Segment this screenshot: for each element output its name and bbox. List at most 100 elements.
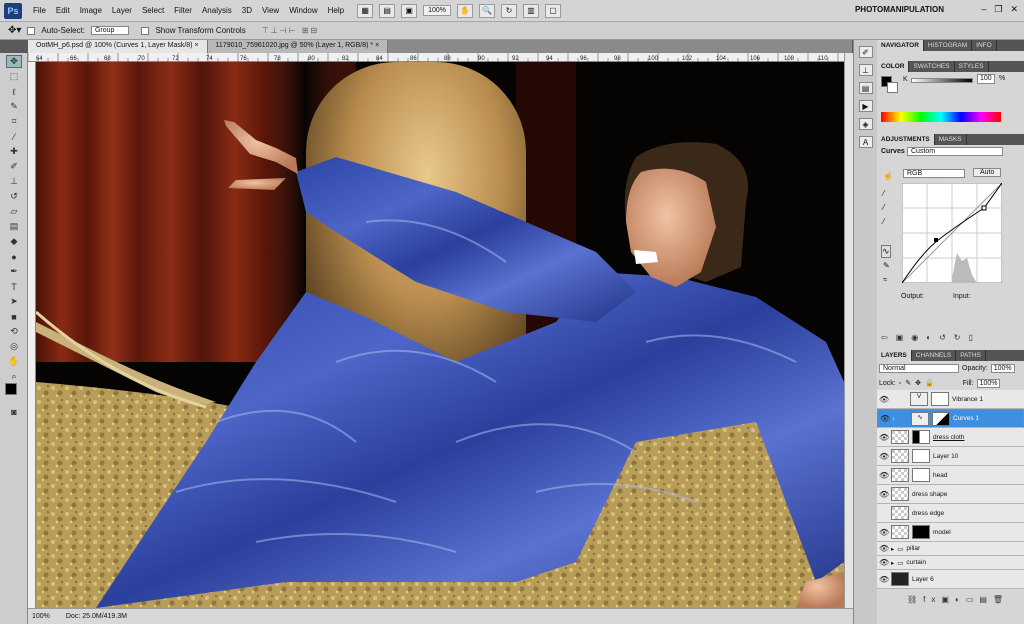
- layer-row[interactable]: 👁 dress shape: [877, 485, 1024, 504]
- history-brush-tool-icon[interactable]: ↺: [6, 190, 22, 203]
- dodge-tool-icon[interactable]: ●: [6, 250, 22, 263]
- minimize-icon[interactable]: –: [981, 4, 986, 15]
- document-canvas[interactable]: [36, 62, 844, 608]
- zoom-tool-icon[interactable]: ⌕: [6, 370, 22, 383]
- shape-tool-icon[interactable]: ■: [6, 310, 22, 323]
- layer-row[interactable]: 👁 head: [877, 466, 1024, 485]
- curves-footer-icons[interactable]: ⇦▣◉◐↺↻▯: [881, 333, 981, 342]
- curve-point-mode-icon[interactable]: ∿: [881, 245, 891, 258]
- tab-layers[interactable]: LAYERS: [877, 350, 912, 361]
- eye-icon[interactable]: 👁: [879, 452, 889, 461]
- eyedropper-black-icon[interactable]: ⁄: [883, 189, 884, 198]
- menu-layer[interactable]: Layer: [107, 6, 137, 15]
- layer-row[interactable]: 👁 Layer 6: [877, 570, 1024, 589]
- type-tool-icon[interactable]: T: [6, 280, 22, 293]
- show-transform-checkbox[interactable]: [141, 26, 150, 35]
- zoom-level-select[interactable]: 100%: [423, 5, 451, 16]
- pen-tool-icon[interactable]: ✒: [6, 265, 22, 278]
- layer-row[interactable]: dress edge: [877, 504, 1024, 523]
- layer-row[interactable]: 👁 dress cloth: [877, 428, 1024, 447]
- menu-analysis[interactable]: Analysis: [197, 6, 237, 15]
- healing-tool-icon[interactable]: ✚: [6, 145, 22, 158]
- eye-icon[interactable]: 👁: [879, 471, 889, 480]
- 3d-rotate-tool-icon[interactable]: ⟲: [6, 325, 22, 338]
- close-icon[interactable]: ✕: [1010, 4, 1018, 15]
- eye-icon[interactable]: 👁: [879, 558, 889, 567]
- menu-help[interactable]: Help: [323, 6, 349, 15]
- crop-tool-icon[interactable]: ⌗: [6, 115, 22, 128]
- eraser-tool-icon[interactable]: ▱: [6, 205, 22, 218]
- fill-input[interactable]: 100%: [976, 378, 1001, 388]
- tab-paths[interactable]: PATHS: [956, 350, 986, 361]
- hand-tool-icon[interactable]: ✋: [6, 355, 22, 368]
- menu-window[interactable]: Window: [284, 6, 322, 15]
- eye-icon[interactable]: 👁: [879, 544, 889, 553]
- curve-smooth-icon[interactable]: ≈: [883, 275, 887, 284]
- actions-icon[interactable]: ▶: [858, 100, 873, 112]
- eye-icon[interactable]: 👁: [879, 528, 889, 537]
- layer-mask-thumbnail[interactable]: [932, 411, 950, 426]
- history-icon[interactable]: ▤: [858, 82, 873, 94]
- mini-bridge-icon[interactable]: ▤: [379, 3, 396, 18]
- 3d-orbit-tool-icon[interactable]: ◎: [6, 340, 22, 353]
- align-icons[interactable]: ⊤⊥⊣⊢ ⊞⊟: [262, 26, 320, 35]
- character-icon[interactable]: A: [858, 136, 873, 148]
- tab-histogram[interactable]: HISTOGRAM: [924, 40, 973, 51]
- move-tool-preset-icon[interactable]: ✥▾: [8, 25, 21, 36]
- move-tool-icon[interactable]: ✥: [6, 55, 22, 68]
- brush-tool-icon[interactable]: ✐: [6, 160, 22, 173]
- curves-graph[interactable]: [902, 183, 1002, 283]
- lasso-tool-icon[interactable]: ℓ: [6, 85, 22, 98]
- tab-channels[interactable]: CHANNELS: [912, 350, 957, 361]
- k-slider[interactable]: [911, 78, 973, 83]
- restore-icon[interactable]: ❐: [994, 4, 1002, 15]
- clone-source-icon[interactable]: ⊥: [858, 64, 873, 76]
- path-select-tool-icon[interactable]: ➤: [6, 295, 22, 308]
- layer-row[interactable]: 👁 model: [877, 523, 1024, 542]
- menu-filter[interactable]: Filter: [169, 6, 197, 15]
- auto-select-checkbox[interactable]: [27, 26, 36, 35]
- layer-mask-thumbnail[interactable]: [931, 392, 949, 406]
- brush-presets-icon[interactable]: ✐: [858, 46, 873, 58]
- launch-bridge-icon[interactable]: ▦: [357, 3, 374, 18]
- hand-tool-icon[interactable]: ✋: [457, 3, 473, 18]
- eye-icon[interactable]: 👁: [879, 433, 889, 442]
- layer-mask-thumbnail[interactable]: [912, 430, 930, 444]
- marquee-tool-icon[interactable]: ⬚: [6, 70, 22, 83]
- layer-row[interactable]: 👁 Layer 10: [877, 447, 1024, 466]
- menu-image[interactable]: Image: [75, 6, 107, 15]
- curves-auto-button[interactable]: Auto: [973, 168, 1002, 177]
- tab-color[interactable]: COLOR: [877, 61, 910, 72]
- tab-adjustments[interactable]: ADJUSTMENTS: [877, 134, 935, 145]
- color-bg-swatch[interactable]: [887, 82, 898, 93]
- tab-ootmh-p6[interactable]: OotMH_p6.psd @ 100% (Curves 1, Layer Mas…: [28, 40, 208, 53]
- eye-icon[interactable]: 👁: [879, 395, 889, 404]
- menu-select[interactable]: Select: [137, 6, 169, 15]
- layer-row[interactable]: 👁 V Vibrance 1: [877, 390, 1024, 409]
- menu-file[interactable]: File: [28, 6, 51, 15]
- blur-tool-icon[interactable]: ◆: [6, 235, 22, 248]
- layer-mask-thumbnail[interactable]: [912, 449, 930, 463]
- expand-arrow-icon[interactable]: ▸: [891, 559, 894, 567]
- auto-select-dropdown[interactable]: Group: [90, 26, 130, 35]
- lock-icons[interactable]: ▫✎✥🔒: [899, 379, 938, 387]
- eyedropper-gray-icon[interactable]: ⁄: [883, 203, 884, 212]
- gradient-tool-icon[interactable]: ▤: [6, 220, 22, 233]
- tab-swatches[interactable]: SWATCHES: [909, 61, 955, 72]
- quick-mask-icon[interactable]: ◙: [6, 405, 22, 418]
- expand-arrow-icon[interactable]: ▸: [891, 545, 894, 553]
- k-value-input[interactable]: 100: [977, 74, 995, 84]
- eye-icon[interactable]: 👁: [880, 414, 890, 423]
- screen-mode-icon[interactable]: ▢: [545, 3, 561, 18]
- opacity-input[interactable]: 100%: [990, 364, 1015, 373]
- foreground-color-swatch[interactable]: [5, 383, 17, 395]
- clone-stamp-tool-icon[interactable]: ⊥: [6, 175, 22, 188]
- group-row[interactable]: 👁 ▸ ▭ curtain: [877, 556, 1024, 570]
- tool-presets-icon[interactable]: ◈: [858, 118, 873, 130]
- vertical-scrollbar[interactable]: [844, 53, 853, 608]
- eye-icon[interactable]: 👁: [879, 490, 889, 499]
- tab-masks[interactable]: MASKS: [935, 134, 967, 145]
- eyedropper-white-icon[interactable]: ⁄: [883, 217, 884, 226]
- layer-row-selected[interactable]: 👁 ↓ ∿ Curves 1: [877, 409, 1024, 428]
- menu-view[interactable]: View: [257, 6, 284, 15]
